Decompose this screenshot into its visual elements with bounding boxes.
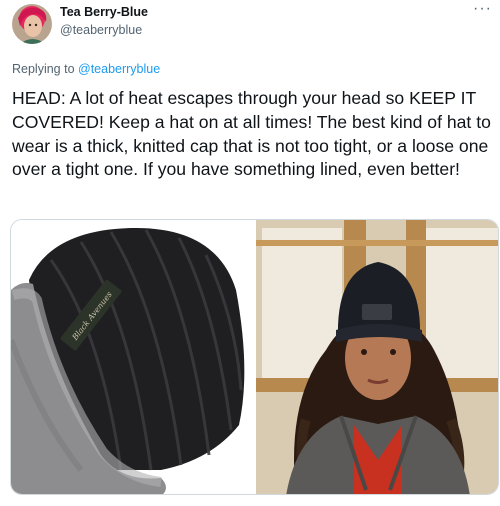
replying-to-prefix: Replying to xyxy=(12,62,79,76)
tweet-media: Black Avenues xyxy=(10,219,499,495)
more-options-icon[interactable]: ··· xyxy=(473,0,492,18)
replying-to: Replying to @teaberryblue xyxy=(12,62,160,76)
tweet-text: HEAD: A lot of heat escapes through your… xyxy=(12,88,491,180)
media-image-model[interactable] xyxy=(256,220,498,494)
author-display-name[interactable]: Tea Berry-Blue xyxy=(60,5,148,19)
tweet: Tea Berry-Blue @teaberryblue ··· Replyin… xyxy=(0,0,500,506)
beanie-product-image: Black Avenues xyxy=(11,220,254,494)
model-photo-image xyxy=(256,220,498,494)
media-image-beanie[interactable]: Black Avenues xyxy=(11,220,254,494)
author-handle[interactable]: @teaberryblue xyxy=(60,23,142,37)
avatar-image xyxy=(12,4,52,44)
replying-to-mention-link[interactable]: @teaberryblue xyxy=(78,62,160,76)
avatar[interactable] xyxy=(12,4,52,44)
